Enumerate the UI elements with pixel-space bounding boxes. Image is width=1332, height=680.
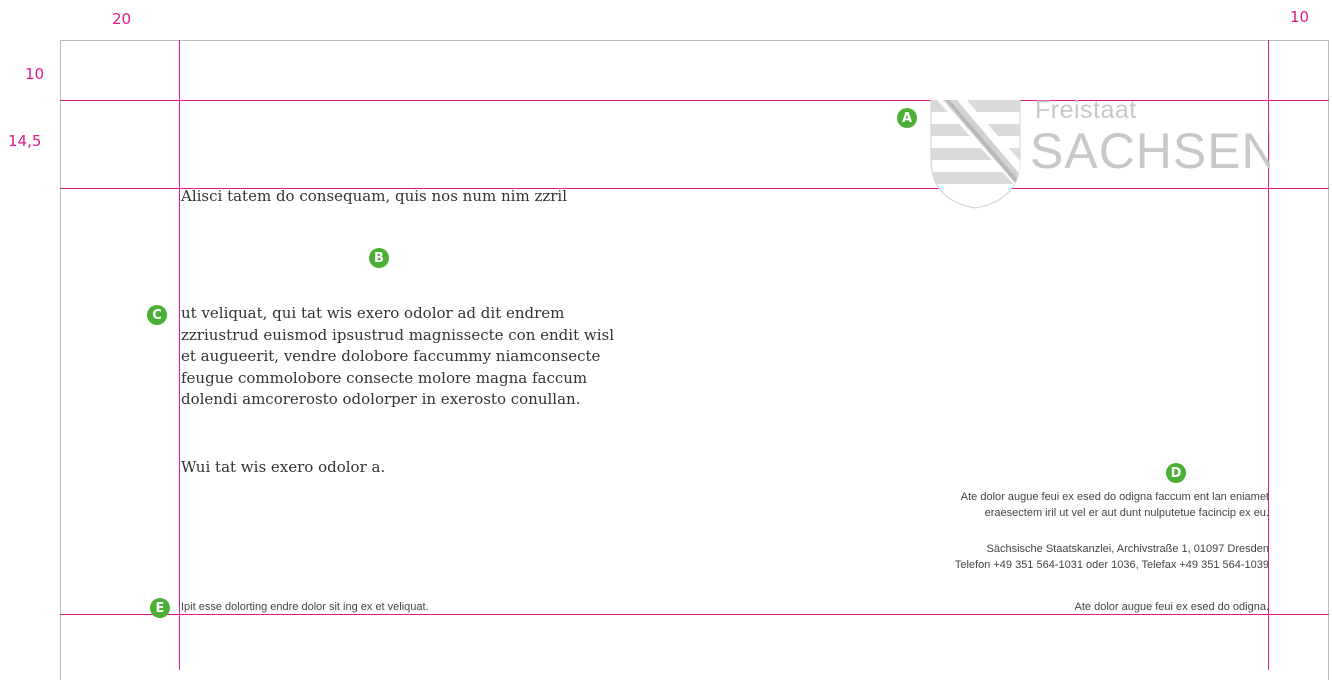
- marker-c-icon: C: [147, 305, 167, 325]
- letter-closing: Wui tat wis exero odolor a.: [181, 458, 386, 476]
- top-margin-label: 10: [25, 65, 45, 83]
- saxony-logo: Freistaat SACHSEN: [928, 100, 1270, 210]
- letter-body-line: feugue commolobore consecte molore magna…: [181, 368, 588, 387]
- footer-left-text: Ipit esse dolorting endre dolor sit ing …: [181, 601, 429, 613]
- sender-line-1: Ate dolor augue feui ex esed do odigna f…: [960, 491, 1269, 503]
- letter-body-line: et augueerit, vendre dolobore faccummy n…: [181, 347, 601, 365]
- marker-e-icon: E: [150, 598, 170, 618]
- sender-info-text: Ate dolor augue feui ex esed do odigna f…: [961, 490, 1269, 521]
- footer-right-text: Ate dolor augue feui ex esed do odigna.: [1074, 601, 1269, 613]
- letter-subject: Alisci tatem do consequam, quis nos num …: [181, 187, 568, 205]
- marker-b-icon: B: [369, 248, 389, 268]
- letter-body: ut veliquat, qui tat wis exero odolor ad…: [181, 303, 614, 411]
- guide-line-footer: [60, 614, 1329, 615]
- sender-line-2: eraesectem iril ut vel er aut dunt nulpu…: [984, 506, 1269, 519]
- coat-of-arms-icon: [930, 100, 1021, 209]
- letter-body-line: zzriustrud euismod ipsustrud magnissecte…: [181, 325, 615, 344]
- guide-line-left: [179, 40, 180, 670]
- right-margin-label: 10: [1290, 8, 1310, 26]
- header-margin-label: 14,5: [8, 132, 42, 150]
- letter-body-line: dolendi amcorerosto odolorper in exerost…: [181, 390, 581, 408]
- letter-body-line: ut veliquat, qui tat wis exero odolor ad…: [181, 304, 565, 322]
- sender-phone: Telefon +49 351 564-1031 oder 1036, Tele…: [954, 558, 1269, 571]
- logo-sachsen-text: SACHSEN: [1030, 123, 1270, 179]
- marker-a-icon: A: [897, 108, 917, 128]
- left-margin-label: 20: [112, 10, 132, 28]
- sender-address-block: Sächsische Staatskanzlei, Archivstraße 1…: [955, 542, 1269, 573]
- marker-d-icon: D: [1166, 463, 1186, 483]
- sender-address: Sächsische Staatskanzlei, Archivstraße 1…: [986, 543, 1269, 555]
